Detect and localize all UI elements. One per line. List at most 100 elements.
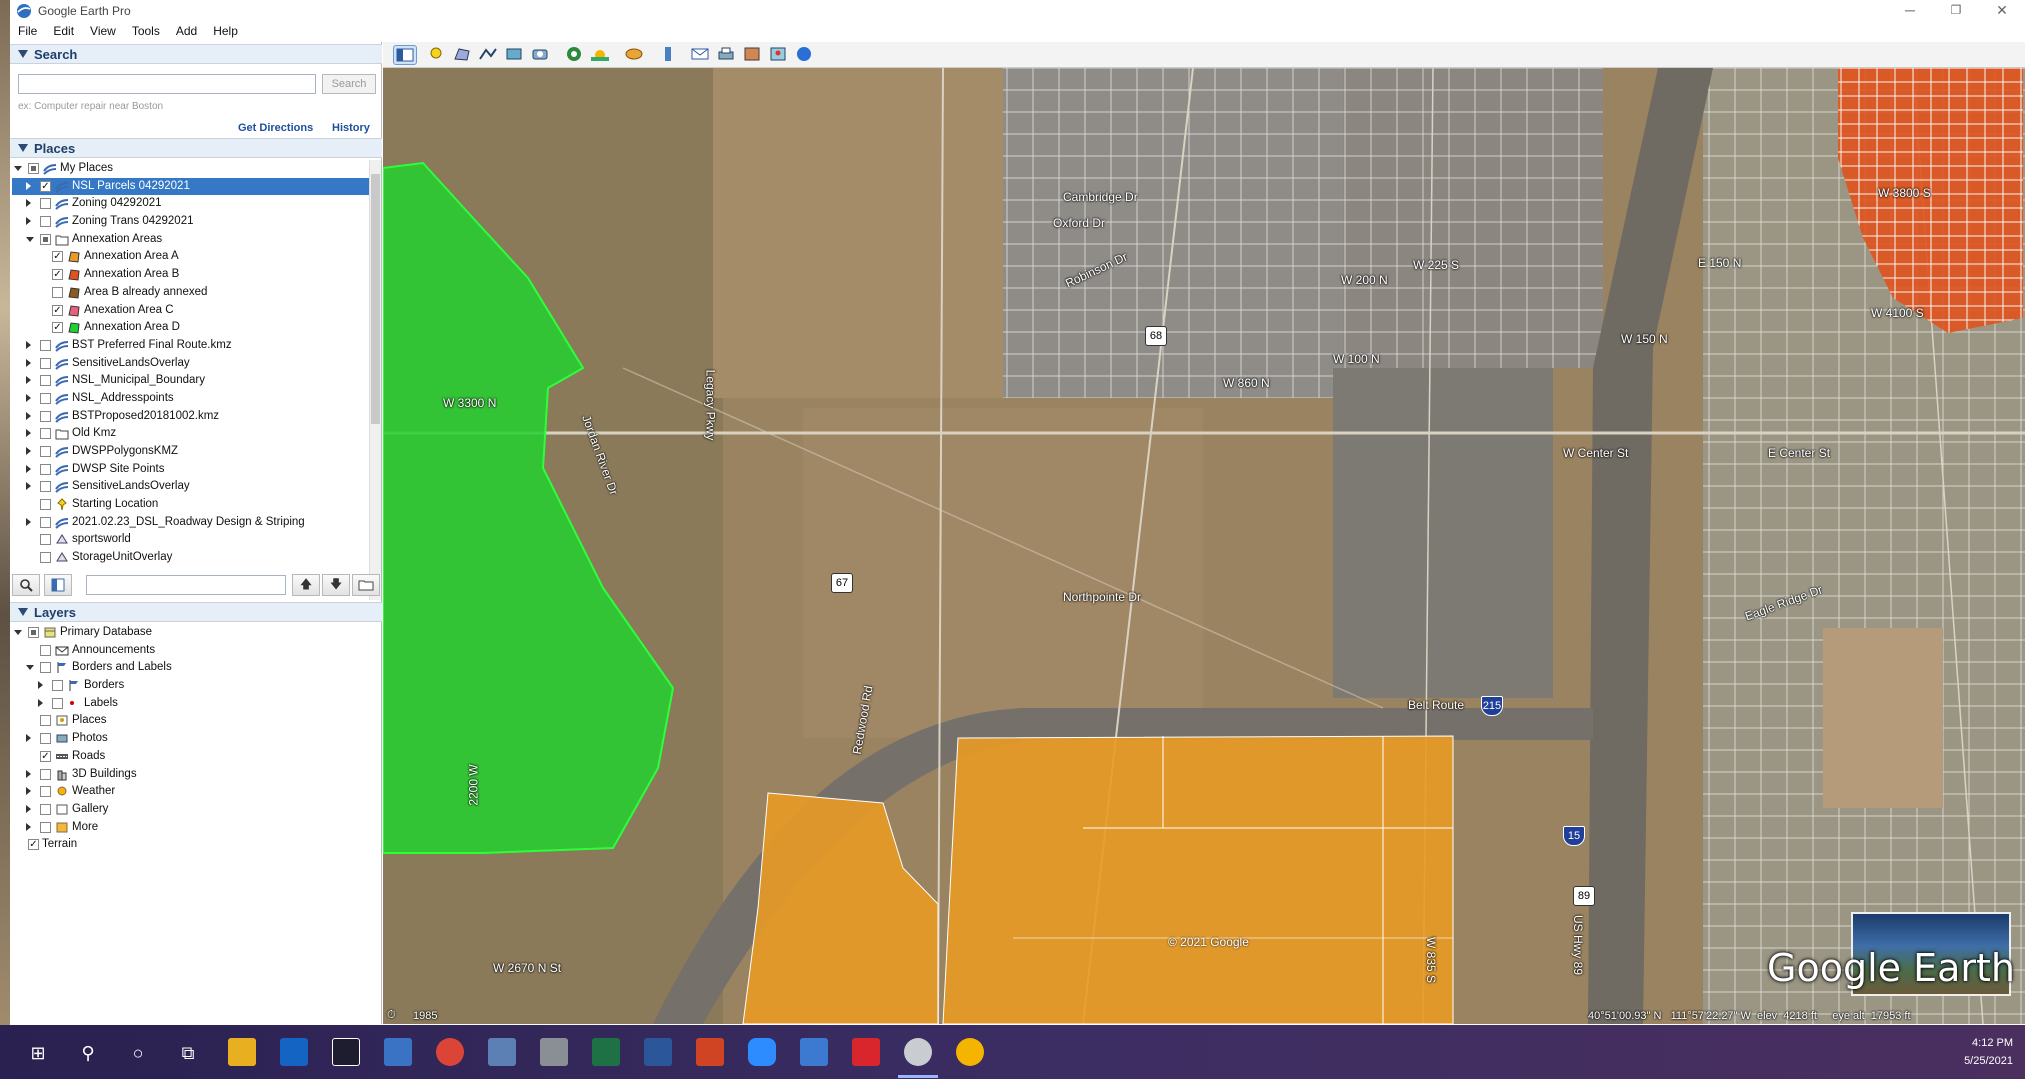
ruler-button[interactable]: [657, 45, 681, 65]
places-item[interactable]: ✓ Annexation Area A: [12, 248, 376, 266]
visibility-checkbox[interactable]: [40, 410, 51, 422]
places-scrollbar[interactable]: [369, 160, 381, 600]
get-directions-link[interactable]: Get Directions: [238, 122, 313, 134]
scrollbar-thumb[interactable]: [371, 174, 380, 424]
email-button[interactable]: [689, 45, 713, 65]
layers-item[interactable]: Weather: [12, 783, 376, 801]
layers-item[interactable]: ✓ Roads: [12, 748, 376, 766]
visibility-checkbox[interactable]: [40, 357, 51, 369]
visibility-checkbox[interactable]: [28, 163, 39, 174]
move-down-button[interactable]: 🡇: [322, 574, 350, 596]
expand-arrow-icon[interactable]: [26, 199, 31, 208]
app-icon[interactable]: [800, 1038, 828, 1066]
visibility-checkbox[interactable]: [40, 644, 51, 656]
layers-item[interactable]: Gallery: [12, 801, 376, 819]
edge-icon[interactable]: [332, 1038, 360, 1066]
search-places-button[interactable]: [12, 574, 40, 596]
menu-help[interactable]: Help: [205, 22, 246, 38]
places-item[interactable]: BST Preferred Final Route.kmz: [12, 337, 376, 355]
visibility-checkbox[interactable]: [40, 786, 51, 798]
visibility-checkbox[interactable]: [52, 680, 63, 692]
places-item[interactable]: 2021.02.23_DSL_Roadway Design & Striping: [12, 514, 376, 532]
add-placemark-button[interactable]: [425, 45, 449, 65]
maximize-button[interactable]: ❐: [1933, 0, 1979, 22]
places-item[interactable]: Area B already annexed: [12, 284, 376, 302]
excel-icon[interactable]: [592, 1038, 620, 1066]
expand-arrow-icon[interactable]: [26, 340, 31, 349]
menu-add[interactable]: Add: [168, 22, 205, 38]
visibility-checkbox[interactable]: [28, 627, 39, 638]
collapse-arrow-icon[interactable]: [14, 166, 22, 171]
menu-tools[interactable]: Tools: [124, 22, 168, 38]
places-item[interactable]: ✓ Annexation Area D: [12, 319, 376, 337]
expand-arrow-icon[interactable]: [26, 517, 31, 526]
places-item[interactable]: sportsworld: [12, 531, 376, 549]
visibility-checkbox[interactable]: [40, 534, 51, 546]
visibility-checkbox[interactable]: [40, 768, 51, 780]
expand-arrow-icon[interactable]: [26, 734, 31, 743]
cortana-icon[interactable]: ○: [124, 1039, 152, 1067]
acrobat-icon[interactable]: [852, 1038, 880, 1066]
search-button[interactable]: Search: [322, 74, 376, 94]
visibility-checkbox[interactable]: ✓: [52, 322, 63, 334]
record-tour-button[interactable]: [529, 45, 553, 65]
google-maps-button[interactable]: [767, 45, 791, 65]
visibility-checkbox[interactable]: [40, 499, 51, 511]
add-path-button[interactable]: [477, 45, 501, 65]
chrome-icon[interactable]: [956, 1038, 984, 1066]
layers-item[interactable]: Borders and Labels: [12, 659, 376, 677]
places-item[interactable]: ✓ Anexation Area C: [12, 302, 376, 320]
places-item[interactable]: Annexation Areas: [12, 231, 376, 249]
map-view[interactable]: W 3300 N Jordan River Dr Legacy Pkwy Nor…: [383, 68, 2025, 1024]
places-item[interactable]: NSL_Addresspoints: [12, 390, 376, 408]
folder-button[interactable]: [352, 574, 380, 596]
places-item[interactable]: Starting Location: [12, 496, 376, 514]
places-item[interactable]: NSL_Municipal_Boundary: [12, 372, 376, 390]
layers-item[interactable]: Labels: [12, 695, 376, 713]
switch-planet-button[interactable]: [623, 45, 647, 65]
menu-file[interactable]: File: [10, 22, 45, 38]
outlook-icon[interactable]: [280, 1038, 308, 1066]
visibility-checkbox[interactable]: [40, 821, 51, 833]
collapse-arrow-icon[interactable]: [26, 236, 34, 242]
close-button[interactable]: ✕: [1979, 0, 2025, 22]
sidebar-toggle-button[interactable]: [393, 45, 417, 65]
visibility-checkbox[interactable]: [40, 216, 51, 228]
layers-item[interactable]: Photos: [12, 730, 376, 748]
historical-imagery-button[interactable]: [563, 45, 587, 65]
visibility-checkbox[interactable]: [40, 428, 51, 440]
expand-arrow-icon[interactable]: [26, 769, 31, 778]
places-item[interactable]: ✓ NSL Parcels 04292021: [12, 177, 376, 196]
layers-item[interactable]: 3D Buildings: [12, 766, 376, 784]
places-section-header[interactable]: Places: [10, 138, 382, 158]
add-image-overlay-button[interactable]: [503, 45, 527, 65]
search-input[interactable]: [18, 74, 316, 94]
google-earth-taskbar-icon[interactable]: [904, 1038, 932, 1066]
expand-arrow-icon[interactable]: [26, 447, 31, 455]
places-item[interactable]: SensitiveLandsOverlay: [12, 355, 376, 373]
expand-arrow-icon[interactable]: [26, 411, 31, 420]
visibility-checkbox[interactable]: ✓: [52, 251, 63, 263]
camera-app-icon[interactable]: [540, 1038, 568, 1066]
save-image-button[interactable]: [741, 45, 765, 65]
visibility-checkbox[interactable]: [40, 516, 51, 528]
zoom-icon[interactable]: [748, 1038, 776, 1066]
visibility-checkbox[interactable]: [40, 662, 51, 674]
places-item[interactable]: My Places: [12, 160, 376, 178]
task-view-icon[interactable]: ⧉: [174, 1039, 202, 1067]
places-item[interactable]: Zoning Trans 04292021: [12, 213, 376, 231]
layers-section-header[interactable]: Layers: [10, 602, 382, 622]
visibility-checkbox[interactable]: [40, 392, 51, 404]
add-polygon-button[interactable]: [451, 45, 475, 65]
layers-item[interactable]: Places: [12, 712, 376, 730]
visibility-checkbox[interactable]: [52, 697, 63, 709]
places-item[interactable]: ✓ Annexation Area B: [12, 266, 376, 284]
app-icon[interactable]: [384, 1038, 412, 1066]
sunlight-button[interactable]: [589, 45, 613, 65]
layers-item[interactable]: Borders: [12, 677, 376, 695]
expand-arrow-icon[interactable]: [26, 358, 31, 367]
places-item[interactable]: Old Kmz: [12, 425, 376, 443]
places-filter-input[interactable]: [86, 575, 286, 595]
visibility-checkbox[interactable]: [40, 339, 51, 351]
visibility-checkbox[interactable]: [40, 481, 51, 493]
